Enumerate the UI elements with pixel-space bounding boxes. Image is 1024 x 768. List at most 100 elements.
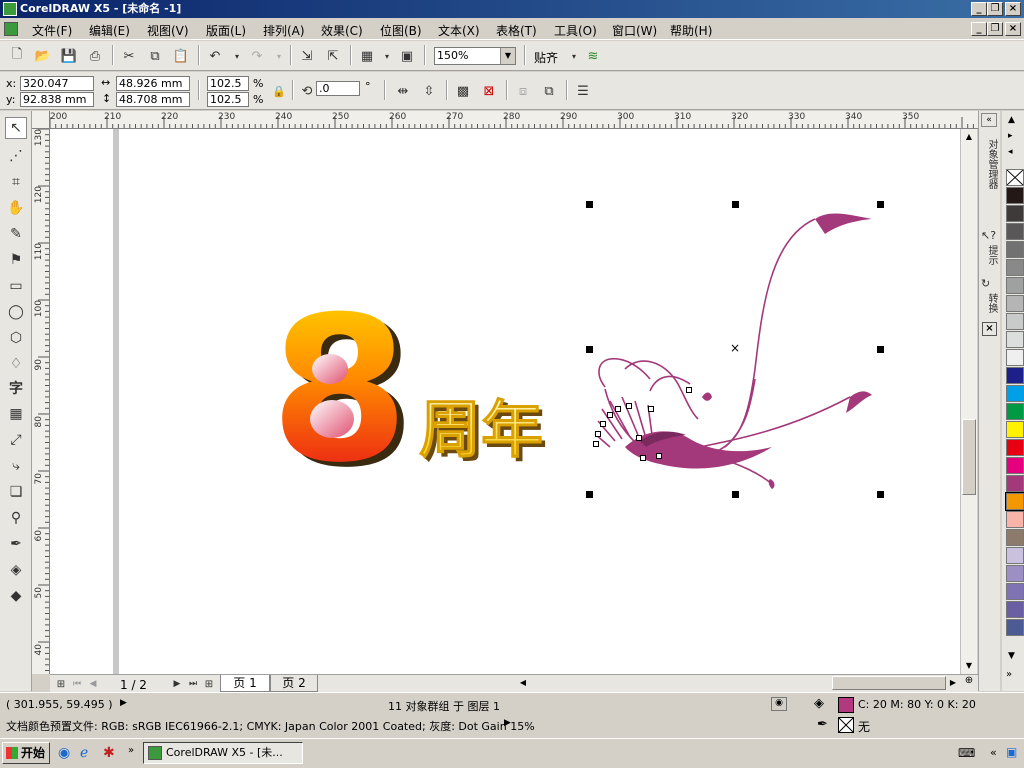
palette-swatch[interactable]: [1006, 403, 1024, 420]
application-launcher-icon[interactable]: ▦: [358, 47, 376, 65]
docker-transform-tab[interactable]: 转换: [981, 293, 999, 313]
palette-swatch[interactable]: [1006, 313, 1024, 330]
vertical-ruler[interactable]: 130 120 110 100 90 80 70 60 50 40: [32, 129, 50, 674]
start-button[interactable]: 开始: [2, 742, 50, 764]
app-quicklaunch-icon[interactable]: ✱: [103, 745, 115, 761]
docker-close-icon[interactable]: ×: [982, 322, 997, 336]
palette-swatch[interactable]: [1006, 511, 1024, 528]
menu-view[interactable]: 视图(V): [147, 22, 189, 39]
rectangle-tool-icon[interactable]: ▭: [5, 275, 27, 297]
doc-minimize-button[interactable]: _: [971, 22, 987, 36]
drawing-canvas[interactable]: 8 8 周年 周年 ×: [50, 129, 960, 674]
palette-swatch[interactable]: [1005, 492, 1024, 511]
break-apart-icon[interactable]: ⧉: [540, 82, 558, 100]
palette-swatch[interactable]: [1006, 385, 1024, 402]
previous-page-icon[interactable]: ◀: [84, 675, 102, 693]
menu-window[interactable]: 窗口(W): [612, 22, 657, 39]
print-icon[interactable]: ⎙: [86, 47, 104, 65]
scroll-left-arrow-icon[interactable]: ◀: [516, 676, 530, 690]
palette-swatch[interactable]: [1006, 331, 1024, 348]
minimize-button[interactable]: _: [971, 2, 987, 16]
combine-icon[interactable]: ⧈: [514, 82, 532, 100]
crop-tool-icon[interactable]: ⌗: [5, 171, 27, 193]
menu-arrange[interactable]: 排列(A): [263, 22, 305, 39]
palette-menu-icon[interactable]: ▸: [1008, 131, 1013, 141]
restore-button[interactable]: ❐: [987, 2, 1003, 16]
docker-object-manager-tab[interactable]: 对象管理器: [981, 139, 999, 189]
palette-swatch[interactable]: [1006, 601, 1024, 618]
outline-color-swatch[interactable]: [838, 717, 854, 733]
menu-layout[interactable]: 版面(L): [206, 22, 246, 39]
scale-y-input[interactable]: 102.5: [207, 92, 249, 107]
palette-scroll-up-icon[interactable]: ▲: [1008, 115, 1015, 125]
ellipse-tool-icon[interactable]: ◯: [5, 301, 27, 323]
palette-collapse-icon[interactable]: ◂: [1008, 147, 1013, 157]
palette-swatch[interactable]: [1006, 439, 1024, 456]
fill-tool-icon[interactable]: ◈: [5, 559, 27, 581]
browser-icon[interactable]: ◉: [58, 745, 70, 761]
page-tab-1[interactable]: 页 1: [220, 675, 270, 692]
keyboard-icon[interactable]: ⌨: [958, 746, 975, 760]
palette-swatch[interactable]: [1006, 277, 1024, 294]
polygon-tool-icon[interactable]: ⬡: [5, 327, 27, 349]
selection-handle-middle-left[interactable]: [586, 346, 593, 353]
cut-icon[interactable]: ✂: [120, 47, 138, 65]
outline-pen-tool-icon[interactable]: ✒: [5, 533, 27, 555]
open-icon[interactable]: 📂: [34, 47, 52, 65]
palette-expand-icon[interactable]: »: [1006, 669, 1012, 680]
drop-shadow-tool-icon[interactable]: ❏: [5, 481, 27, 503]
vertical-scrollbar[interactable]: ▲ ▼: [960, 129, 977, 674]
transform-icon[interactable]: ↻: [981, 277, 999, 290]
snap-to-label[interactable]: 贴齐: [534, 49, 558, 66]
palette-swatch[interactable]: [1006, 457, 1024, 474]
group-icon[interactable]: ▩: [454, 82, 472, 100]
palette-swatch[interactable]: [1006, 421, 1024, 438]
taskbar-coreldraw-button[interactable]: CorelDRAW X5 - [未...: [143, 742, 303, 764]
welcome-screen-icon[interactable]: ▣: [398, 47, 416, 65]
rotation-angle-input[interactable]: .0: [316, 81, 360, 96]
y-position-input[interactable]: 92.838 mm: [20, 92, 94, 107]
docker-hints-tab[interactable]: 提示: [981, 245, 999, 265]
path-node[interactable]: [600, 421, 606, 427]
fill-color-swatch[interactable]: [838, 697, 854, 713]
palette-swatch[interactable]: [1006, 565, 1024, 582]
scroll-down-arrow-icon[interactable]: ▼: [962, 659, 976, 673]
path-node[interactable]: [595, 431, 601, 437]
tray-expand-icon[interactable]: «: [990, 746, 997, 759]
x-position-input[interactable]: 320.047 mm: [20, 76, 94, 103]
zoom-dropdown-icon[interactable]: ▼: [500, 48, 515, 64]
rotation-center-icon[interactable]: ×: [730, 342, 740, 354]
scroll-right-arrow-icon[interactable]: ▶: [946, 676, 960, 690]
menu-file[interactable]: 文件(F): [32, 22, 72, 39]
redo-dropdown-icon[interactable]: ▾: [270, 47, 288, 65]
horizontal-scroll-thumb[interactable]: [832, 676, 946, 690]
pick-tool-icon[interactable]: ↖: [5, 117, 27, 139]
path-node[interactable]: [656, 453, 662, 459]
shape-tool-icon[interactable]: ⋰: [5, 145, 27, 167]
eyedropper-tool-icon[interactable]: ⚲: [5, 507, 27, 529]
export-icon[interactable]: ⇱: [324, 47, 342, 65]
palette-swatch[interactable]: [1006, 367, 1024, 384]
menu-table[interactable]: 表格(T): [496, 22, 537, 39]
palette-swatch[interactable]: [1006, 583, 1024, 600]
palette-swatch[interactable]: [1006, 349, 1024, 366]
freehand-tool-icon[interactable]: ✎: [5, 223, 27, 245]
menu-text[interactable]: 文本(X): [438, 22, 480, 39]
document-icon[interactable]: [4, 22, 18, 36]
palette-swatch[interactable]: [1006, 187, 1024, 204]
page-tab-2[interactable]: 页 2: [270, 675, 318, 692]
undo-dropdown-icon[interactable]: ▾: [228, 47, 246, 65]
text-tool-icon[interactable]: 字: [5, 377, 27, 399]
palette-swatch[interactable]: [1006, 295, 1024, 312]
close-button[interactable]: ×: [1005, 2, 1021, 16]
palette-swatch[interactable]: [1006, 529, 1024, 546]
selection-handle-bottom-center[interactable]: [732, 491, 739, 498]
selection-handle-bottom-right[interactable]: [877, 491, 884, 498]
dimension-tool-icon[interactable]: ⤢: [5, 429, 27, 451]
selection-handle-top-right[interactable]: [877, 201, 884, 208]
snap-dropdown-icon[interactable]: ▾: [565, 47, 583, 65]
connector-tool-icon[interactable]: ⤷: [5, 455, 27, 477]
mirror-vertical-icon[interactable]: ⇳: [420, 82, 438, 100]
path-node[interactable]: [607, 412, 613, 418]
height-input[interactable]: 48.708 mm: [116, 92, 190, 107]
